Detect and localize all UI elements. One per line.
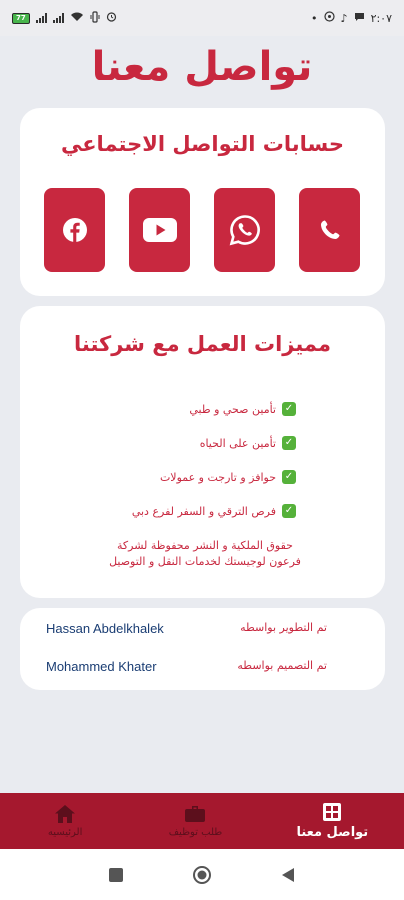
check-icon: ✓ bbox=[282, 402, 296, 416]
nav-item-contact[interactable]: تواصل معنا bbox=[261, 793, 404, 849]
square-icon bbox=[109, 867, 123, 882]
circle-icon bbox=[193, 865, 211, 884]
nav-label: تواصل معنا bbox=[296, 824, 369, 840]
whatsapp-icon bbox=[323, 11, 335, 25]
nav-item-job-application[interactable]: طلب توظيف bbox=[130, 793, 260, 849]
list-item: تأمين على الحياه ✓ bbox=[110, 426, 296, 460]
status-bar: 77 • ♪ ٢:٠٧ bbox=[0, 0, 404, 36]
feature-text: حوافز و تارجت و عمولات bbox=[159, 470, 276, 484]
phone-button[interactable] bbox=[299, 188, 360, 272]
system-nav-bar bbox=[0, 849, 404, 900]
phone-icon bbox=[320, 220, 339, 239]
list-item: تأمين صحي و طبي ✓ bbox=[110, 392, 296, 426]
facebook-button[interactable] bbox=[44, 188, 105, 272]
youtube-icon bbox=[142, 218, 177, 242]
designer-label: تم التصميم بواسطه bbox=[237, 659, 327, 672]
wifi-icon bbox=[70, 11, 84, 25]
feature-text: تأمين صحي و طبي bbox=[189, 402, 276, 416]
signal-icon bbox=[35, 13, 47, 23]
status-bar-left: 77 bbox=[12, 10, 117, 26]
music-icon: ♪ bbox=[340, 11, 348, 25]
bottom-nav: تواصل معنا طلب توظيف الرئيسيه bbox=[0, 793, 404, 849]
nav-label: طلب توظيف bbox=[168, 826, 223, 838]
nav-label: الرئيسيه bbox=[47, 826, 83, 838]
nav-item-home[interactable]: الرئيسيه bbox=[0, 793, 130, 849]
battery-level: 77 bbox=[16, 14, 26, 22]
developer-credit: Hassan Abdelkhalek تم التطوير بواسطه bbox=[20, 618, 385, 642]
whatsapp-icon bbox=[229, 215, 260, 246]
facebook-icon bbox=[62, 218, 87, 242]
designer-name: Mohammed Khater bbox=[46, 659, 157, 674]
copyright-line: حقوق الملكية و النشر محفوظة لشركة bbox=[117, 539, 293, 552]
credits-card: Hassan Abdelkhalek تم التطوير بواسطه Moh… bbox=[20, 608, 385, 690]
developer-name: Hassan Abdelkhalek bbox=[46, 621, 164, 636]
page-title: تواصل معنا bbox=[91, 44, 313, 90]
message-icon bbox=[354, 12, 365, 25]
developer-label: تم التطوير بواسطه bbox=[240, 621, 327, 634]
social-buttons-row bbox=[44, 188, 360, 272]
list-item: حوافز و تارجت و عمولات ✓ bbox=[110, 460, 296, 494]
back-button[interactable] bbox=[276, 863, 300, 887]
home-icon bbox=[55, 804, 76, 823]
status-bar-right: • ♪ ٢:٠٧ bbox=[311, 11, 392, 25]
dot-icon: • bbox=[311, 11, 318, 25]
signal-icon bbox=[52, 13, 64, 23]
check-icon: ✓ bbox=[282, 436, 296, 450]
list-item: فرص الترقي و السفر لفرع دبي ✓ bbox=[110, 494, 296, 528]
briefcase-icon bbox=[185, 805, 206, 822]
feature-text: فرص الترقي و السفر لفرع دبي bbox=[131, 504, 276, 518]
copyright-notice: حقوق الملكية و النشر محفوظة لشركة فرعون … bbox=[60, 538, 350, 570]
home-system-button[interactable] bbox=[190, 863, 214, 887]
social-card: حسابات التواصل الاجتماعي bbox=[20, 108, 385, 296]
check-icon: ✓ bbox=[282, 504, 296, 518]
whatsapp-button[interactable] bbox=[214, 188, 275, 272]
feature-list: تأمين صحي و طبي ✓ تأمين على الحياه ✓ حوا… bbox=[110, 392, 296, 528]
copyright-line: فرعون لوجيستك لخدمات النقل و التوصيل bbox=[109, 555, 301, 568]
social-card-title: حسابات التواصل الاجتماعي bbox=[60, 132, 345, 156]
features-card: مميزات العمل مع شركتنا تأمين صحي و طبي ✓… bbox=[20, 306, 385, 598]
features-card-title: مميزات العمل مع شركتنا bbox=[73, 332, 331, 356]
grid-icon bbox=[323, 802, 342, 821]
status-time: ٢:٠٧ bbox=[370, 11, 392, 25]
designer-credit: Mohammed Khater تم التصميم بواسطه bbox=[20, 656, 385, 680]
youtube-button[interactable] bbox=[129, 188, 190, 272]
recents-button[interactable] bbox=[104, 863, 128, 887]
back-triangle-icon bbox=[282, 867, 294, 882]
vibrate-icon bbox=[90, 10, 100, 26]
check-icon: ✓ bbox=[282, 470, 296, 484]
feature-text: تأمين على الحياه bbox=[199, 436, 276, 450]
battery-icon: 77 bbox=[12, 12, 30, 24]
alarm-icon bbox=[106, 11, 117, 25]
